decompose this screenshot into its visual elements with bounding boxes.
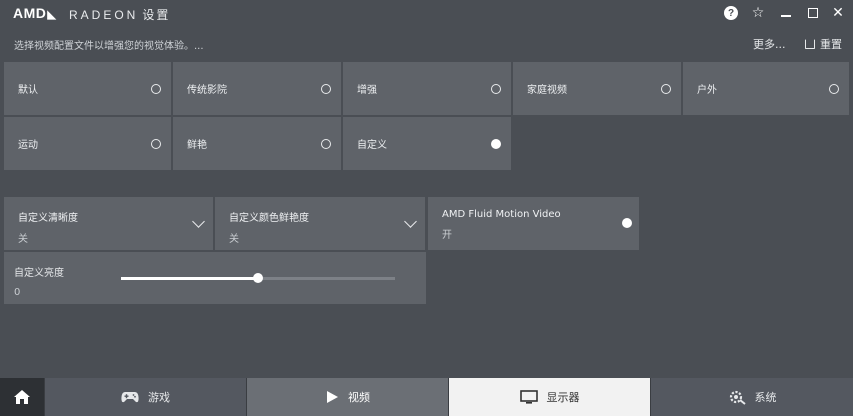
profile-custom[interactable]: 自定义 xyxy=(343,117,511,170)
brand-title: RADEON 设置 xyxy=(69,8,171,22)
star-icon[interactable]: ☆ xyxy=(748,3,768,23)
reset-icon xyxy=(805,39,815,49)
tab-label: 系统 xyxy=(754,391,777,404)
radio-icon xyxy=(491,83,501,94)
amd-logo: AMD◣ xyxy=(13,5,57,21)
toggle-label: AMD Fluid Motion Video xyxy=(442,209,561,220)
gamepad-icon xyxy=(121,392,139,403)
profile-default[interactable]: 默认 xyxy=(4,62,171,115)
page-subtitle: 选择视频配置文件以增强您的视觉体验。... xyxy=(14,41,204,52)
profile-outdoor[interactable]: 户外 xyxy=(683,62,849,115)
toggle-value: 开 xyxy=(442,230,452,241)
slider-handle[interactable] xyxy=(253,273,263,283)
profile-enhanced[interactable]: 增强 xyxy=(343,62,511,115)
more-link[interactable]: 更多... xyxy=(753,36,786,52)
radio-icon xyxy=(151,138,161,149)
tab-label: 游戏 xyxy=(148,391,170,404)
slider-value: 0 xyxy=(14,287,21,298)
custom-vividness-dropdown[interactable]: 自定义颜色鲜艳度 关 xyxy=(215,197,425,250)
dropdown-value: 关 xyxy=(18,234,28,245)
home-icon xyxy=(14,390,30,404)
profile-vivid[interactable]: 鲜艳 xyxy=(173,117,341,170)
profile-home-video[interactable]: 家庭视频 xyxy=(513,62,681,115)
close-button[interactable]: ✕ xyxy=(828,3,848,23)
minimize-button[interactable] xyxy=(776,3,796,23)
radio-icon xyxy=(829,83,839,94)
maximize-button[interactable] xyxy=(803,3,823,23)
profile-label: 运动 xyxy=(18,140,38,151)
profile-label: 增强 xyxy=(357,85,377,96)
tab-display[interactable]: 显示器 xyxy=(448,378,650,416)
radio-icon xyxy=(151,83,161,94)
tab-system[interactable]: 系统 xyxy=(650,378,853,416)
bottom-nav: 游戏 视频 显示器 系统 xyxy=(0,378,853,416)
radio-icon xyxy=(661,83,671,94)
profile-label: 传统影院 xyxy=(187,85,227,96)
tab-home[interactable] xyxy=(0,378,44,416)
radio-icon xyxy=(321,83,331,94)
profile-classic-cinema[interactable]: 传统影院 xyxy=(173,62,341,115)
profile-label: 户外 xyxy=(697,85,717,96)
slider-fill xyxy=(121,277,258,280)
brightness-slider[interactable] xyxy=(121,273,395,283)
tab-game[interactable]: 游戏 xyxy=(44,378,246,416)
profile-sports[interactable]: 运动 xyxy=(4,117,171,170)
tab-label: 显示器 xyxy=(546,391,580,404)
title-bar: AMD◣ RADEON 设置 ? ☆ ✕ xyxy=(0,0,853,28)
toggle-on-icon xyxy=(622,218,632,228)
radio-icon xyxy=(321,138,331,149)
dropdown-label: 自定义颜色鲜艳度 xyxy=(229,213,309,224)
dropdown-value: 关 xyxy=(229,234,239,245)
reset-label: 重置 xyxy=(820,38,842,51)
radio-selected-icon xyxy=(491,138,501,149)
profile-label: 鲜艳 xyxy=(187,140,207,151)
play-icon xyxy=(327,391,338,403)
profile-label: 自定义 xyxy=(357,140,387,151)
reset-button[interactable]: 重置 xyxy=(805,36,842,52)
fluid-motion-toggle[interactable]: AMD Fluid Motion Video 开 xyxy=(428,197,639,250)
tab-video[interactable]: 视频 xyxy=(246,378,448,416)
monitor-icon xyxy=(519,389,538,404)
dropdown-label: 自定义清晰度 xyxy=(18,213,78,224)
profile-label: 默认 xyxy=(18,85,38,96)
help-icon[interactable]: ? xyxy=(721,3,741,23)
tab-label: 视频 xyxy=(348,391,370,404)
profile-label: 家庭视频 xyxy=(527,85,567,96)
custom-sharpness-dropdown[interactable]: 自定义清晰度 关 xyxy=(4,197,213,250)
gear-icon xyxy=(729,390,746,405)
custom-brightness-card: 自定义亮度 0 xyxy=(4,252,426,304)
